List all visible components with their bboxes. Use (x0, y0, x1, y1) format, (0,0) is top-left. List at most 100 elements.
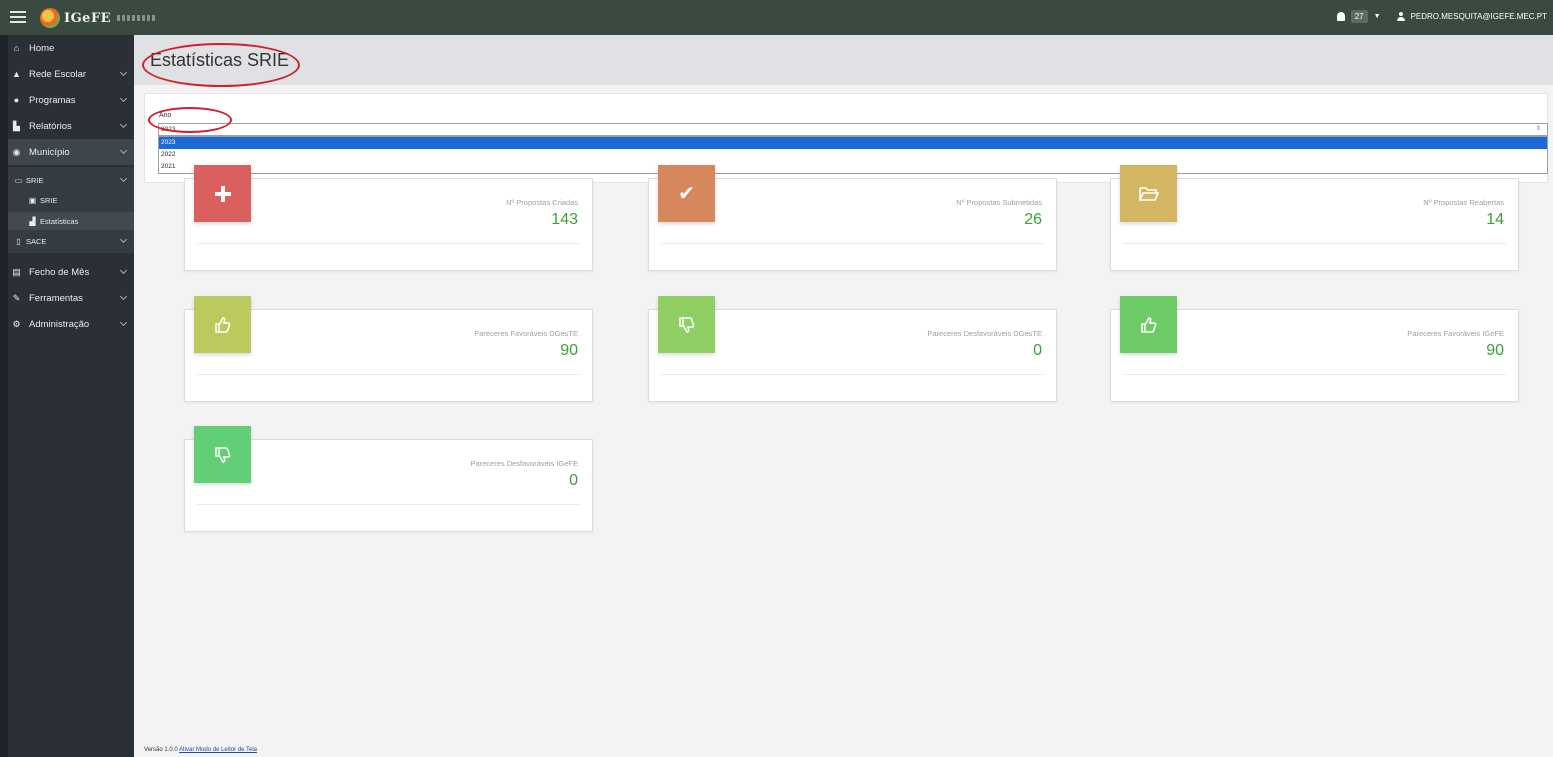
bell-icon[interactable] (1336, 12, 1345, 21)
sidebar-item-label: Município (29, 146, 70, 158)
logo-text: IGeFE (64, 10, 112, 26)
stat-value: 143 (551, 211, 578, 228)
calendar-icon: ▤ (12, 266, 21, 277)
circle-arrow-icon: ● (13, 94, 20, 105)
stat-label: Pareceres Favoráveis DGesTE (474, 329, 578, 338)
plus-icon (194, 165, 251, 222)
version-text: Versão 1.0.0 (144, 747, 178, 753)
sidebar-subitem-sace[interactable]: ▯ SACE (8, 232, 134, 250)
chevron-down-icon (119, 146, 128, 155)
bar-chart-icon: ▙ (13, 120, 20, 131)
chevron-down-icon (119, 292, 128, 301)
title-bar: Estatísticas SRIE (134, 35, 1553, 87)
stat-label: Nº Propostas Reabertas (1423, 198, 1504, 207)
chevron-down-icon (119, 68, 128, 77)
folder-open-icon: ▭ (14, 175, 23, 185)
ano-select[interactable]: 2023 ⇕ (158, 123, 1548, 136)
folder-open-icon (1120, 165, 1177, 222)
thumbs-down-icon (658, 296, 715, 353)
sidebar-item-home[interactable]: ⌂ Home (8, 35, 134, 61)
chevron-down-icon (119, 94, 128, 103)
stat-card-desfavoraveis-dgeste: Pareceres Desfavoráveis DGesTE 0 (648, 296, 1057, 402)
stat-label: Nº Propostas Submetidas (956, 198, 1042, 207)
sidebar-item-relatorios[interactable]: ▙ Relatórios (8, 113, 134, 139)
sidebar-item-label: Home (29, 42, 55, 54)
divider (1123, 243, 1506, 244)
sidebar-item-fecho-de-mes[interactable]: ▤ Fecho de Mês (8, 259, 134, 285)
chevron-down-icon (119, 235, 128, 244)
ano-option[interactable]: 2022 (159, 149, 1547, 161)
sidebar-item-administracao[interactable]: ⚙ Administração (8, 311, 134, 337)
chevron-down-icon (119, 174, 128, 183)
footer: Versão 1.0.0 Ativar Modo de Leitor de Te… (144, 747, 257, 753)
stat-label: Pareceres Desfavoráveis IGeFE (470, 459, 578, 468)
thumbs-up-icon (1120, 296, 1177, 353)
stat-value: 90 (560, 342, 578, 359)
top-bar: IGeFE 27 ▼ PEDRO.MESQUITA@IGEFE.MEC.PT (0, 0, 1553, 35)
stat-label: Pareceres Desfavoráveis DGesTE (927, 329, 1042, 338)
notifications-badge[interactable]: 27 (1350, 10, 1368, 23)
sidebar-item-label: Rede Escolar (29, 68, 87, 80)
sidebar: ⌂ Home ▲ Rede Escolar ● Programas ▙ Rela… (0, 35, 134, 757)
logo-mark (40, 8, 60, 28)
user-icon (1396, 12, 1405, 21)
sidebar-subitem-srie-list[interactable]: ▣ SRIE (8, 191, 134, 209)
sidebar-item-label: Relatórios (29, 120, 72, 132)
sidebar-subitem-label: SRIE (26, 175, 44, 185)
ano-option[interactable]: 2023 (159, 137, 1547, 149)
sidebar-item-rede-escolar[interactable]: ▲ Rede Escolar (8, 61, 134, 87)
home-icon: ⌂ (13, 42, 20, 53)
screen-reader-link[interactable]: Ativar Modo de Leitor de Tela (179, 747, 257, 753)
annotation-circle-ano (148, 107, 232, 133)
chevron-down-icon[interactable]: ▼ (1374, 13, 1381, 20)
sidebar-item-label: Ferramentas (29, 292, 83, 304)
stat-value: 14 (1486, 211, 1504, 228)
stat-card-propostas-criadas: Nº Propostas Criadas 143 (184, 165, 593, 271)
sidebar-item-label: Administração (29, 318, 90, 330)
stat-value: 26 (1024, 211, 1042, 228)
thumbs-down-icon (194, 426, 251, 483)
main-content: Estatísticas SRIE Ano 2023 ⇕ 2023 2022 2… (134, 35, 1553, 757)
divider (661, 243, 1044, 244)
stat-card-desfavoraveis-igefe: Pareceres Desfavoráveis IGeFE 0 (184, 426, 593, 532)
stat-value: 90 (1486, 342, 1504, 359)
sidebar-edge (0, 35, 8, 757)
ano-option[interactable]: 2021 (159, 161, 1547, 173)
divider (661, 374, 1044, 375)
user-email[interactable]: PEDRO.MESQUITA@IGEFE.MEC.PT (1411, 12, 1547, 21)
cogs-icon: ⚙ (12, 318, 21, 329)
top-right-area: 27 ▼ PEDRO.MESQUITA@IGEFE.MEC.PT (1336, 10, 1547, 23)
sidebar-item-programas[interactable]: ● Programas (8, 87, 134, 113)
file-icon: ▯ (16, 236, 21, 246)
igefe-logo[interactable]: IGeFE (40, 8, 158, 28)
chevron-down-icon (119, 266, 128, 275)
thumbs-up-icon (194, 296, 251, 353)
stat-label: Nº Propostas Criadas (506, 198, 578, 207)
sidebar-subitem-srie[interactable]: ▭ SRIE (8, 171, 134, 189)
logo-subtitle (117, 15, 158, 21)
wrench-icon: ✎ (12, 292, 21, 303)
sidebar-subitem-estatisticas[interactable]: ▟ Estatísticas (8, 212, 134, 230)
menu-toggle-icon[interactable] (10, 9, 26, 25)
sidebar-item-label: Programas (29, 94, 76, 106)
stat-card-favoraveis-igefe: Pareceres Favoráveis IGeFE 90 (1110, 296, 1519, 402)
select-arrows-icon: ⇕ (1535, 126, 1541, 132)
stat-card-favoraveis-dgeste: Pareceres Favoráveis DGesTE 90 (184, 296, 593, 402)
divider (1123, 374, 1506, 375)
sidebar-item-municipio[interactable]: ◉ Município (8, 139, 134, 165)
stat-card-propostas-reabertas: Nº Propostas Reabertas 14 (1110, 165, 1519, 271)
stat-value: 0 (569, 472, 578, 489)
sidebar-subitem-label: SRIE (40, 195, 58, 205)
graduation-cap-icon: ▲ (12, 68, 21, 79)
sidebar-subitem-label: Estatísticas (40, 216, 79, 226)
sidebar-item-ferramentas[interactable]: ✎ Ferramentas (8, 285, 134, 311)
stat-value: 0 (1033, 342, 1042, 359)
area-chart-icon: ▟ (29, 216, 36, 226)
sidebar-subitem-label: SACE (26, 236, 47, 246)
stat-card-propostas-submetidas: ✔ Nº Propostas Submetidas 26 (648, 165, 1057, 271)
chevron-down-icon (119, 318, 128, 327)
ano-dropdown: 2023 2022 2021 (158, 136, 1548, 174)
divider (197, 374, 580, 375)
divider (197, 504, 580, 505)
divider (197, 243, 580, 244)
